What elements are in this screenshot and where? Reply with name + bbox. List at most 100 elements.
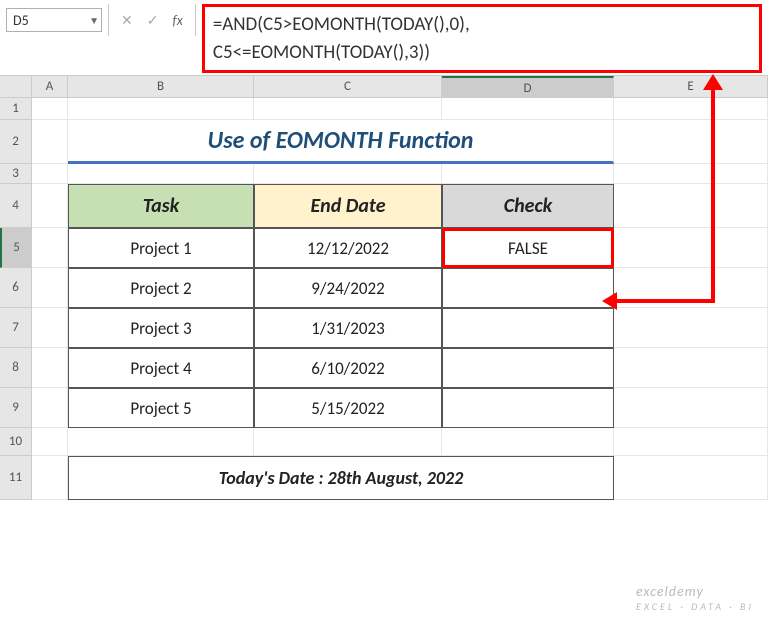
row-5: 5 Project 1 12/12/2022 FALSE [0, 228, 768, 268]
row-header-8[interactable]: 8 [0, 348, 32, 388]
row-header-2[interactable]: 2 [0, 120, 32, 164]
cell-e11[interactable] [614, 456, 768, 500]
cell-e3[interactable] [614, 164, 768, 184]
fx-icon[interactable]: fx [172, 12, 182, 29]
header-task[interactable]: Task [68, 184, 254, 228]
cell-c9[interactable]: 5/15/2022 [254, 388, 442, 428]
cell-c6[interactable]: 9/24/2022 [254, 268, 442, 308]
cell-b3[interactable] [68, 164, 254, 184]
cell-d1[interactable] [442, 98, 614, 120]
task-3: Project 4 [130, 358, 191, 379]
enter-icon[interactable]: ✓ [147, 12, 159, 29]
cell-d9[interactable] [442, 388, 614, 428]
cancel-icon[interactable]: ✕ [121, 12, 133, 29]
task-2: Project 3 [130, 318, 191, 339]
title-cell[interactable]: Use of EOMONTH Function [68, 120, 614, 164]
task-0: Project 1 [130, 238, 191, 259]
row-4: 4 Task End Date Check [0, 184, 768, 228]
col-header-b[interactable]: B [68, 76, 254, 97]
cell-a5[interactable] [32, 228, 68, 268]
header-check[interactable]: Check [442, 184, 614, 228]
cell-d10[interactable] [442, 428, 614, 456]
row-header-7[interactable]: 7 [0, 308, 32, 348]
cell-a6[interactable] [32, 268, 68, 308]
name-box[interactable]: D5 ▼ [6, 8, 102, 32]
header-enddate[interactable]: End Date [254, 184, 442, 228]
footer-cell[interactable]: Today's Date : 28th August, 2022 [68, 456, 614, 500]
cell-e5[interactable] [614, 228, 768, 268]
col-header-d[interactable]: D [442, 76, 614, 97]
cell-b10[interactable] [68, 428, 254, 456]
cell-a3[interactable] [32, 164, 68, 184]
date-3: 6/10/2022 [311, 358, 384, 379]
row-header-5[interactable]: 5 [0, 228, 32, 268]
cell-d3[interactable] [442, 164, 614, 184]
cell-e10[interactable] [614, 428, 768, 456]
formula-input[interactable]: =AND(C5>EOMONTH(TODAY(),0), C5<=EOMONTH(… [202, 4, 762, 73]
row-header-4[interactable]: 4 [0, 184, 32, 228]
row-header-9[interactable]: 9 [0, 388, 32, 428]
row-header-11[interactable]: 11 [0, 456, 32, 500]
cell-a2[interactable] [32, 120, 68, 164]
date-2: 1/31/2023 [311, 318, 384, 339]
cell-e7[interactable] [614, 308, 768, 348]
chevron-down-icon[interactable]: ▼ [89, 14, 99, 27]
task-4: Project 5 [130, 398, 191, 419]
row-7: 7 Project 3 1/31/2023 [0, 308, 768, 348]
formula-line-1: =AND(C5>EOMONTH(TODAY(),0), [213, 11, 751, 39]
cell-e4[interactable] [614, 184, 768, 228]
col-header-a[interactable]: A [32, 76, 68, 97]
cell-d5-selected[interactable]: FALSE [442, 228, 614, 268]
sheet-title: Use of EOMONTH Function [208, 126, 474, 155]
cell-a7[interactable] [32, 308, 68, 348]
header-enddate-text: End Date [310, 194, 385, 218]
name-box-value: D5 [13, 12, 29, 29]
cell-d7[interactable] [442, 308, 614, 348]
cell-c5[interactable]: 12/12/2022 [254, 228, 442, 268]
row-header-6[interactable]: 6 [0, 268, 32, 308]
cell-d8[interactable] [442, 348, 614, 388]
cell-a11[interactable] [32, 456, 68, 500]
cell-c1[interactable] [254, 98, 442, 120]
date-0: 12/12/2022 [307, 238, 389, 259]
cell-c8[interactable]: 6/10/2022 [254, 348, 442, 388]
cell-a8[interactable] [32, 348, 68, 388]
cell-a4[interactable] [32, 184, 68, 228]
row-header-3[interactable]: 3 [0, 164, 32, 184]
cell-d6[interactable] [442, 268, 614, 308]
cell-b8[interactable]: Project 4 [68, 348, 254, 388]
row-10: 10 [0, 428, 768, 456]
row-1: 1 [0, 98, 768, 120]
row-header-10[interactable]: 10 [0, 428, 32, 456]
col-header-c[interactable]: C [254, 76, 442, 97]
row-8: 8 Project 4 6/10/2022 [0, 348, 768, 388]
cell-e9[interactable] [614, 388, 768, 428]
watermark-brand: exceldemy [636, 583, 704, 600]
cell-b5[interactable]: Project 1 [68, 228, 254, 268]
arrow-head-up-icon [703, 74, 723, 90]
header-task-text: Task [143, 194, 179, 218]
cell-c10[interactable] [254, 428, 442, 456]
cell-a10[interactable] [32, 428, 68, 456]
cell-b7[interactable]: Project 3 [68, 308, 254, 348]
cell-a9[interactable] [32, 388, 68, 428]
formula-input-area: =AND(C5>EOMONTH(TODAY(),0), C5<=EOMONTH(… [196, 0, 768, 75]
cell-c3[interactable] [254, 164, 442, 184]
cell-a1[interactable] [32, 98, 68, 120]
row-2: 2 Use of EOMONTH Function [0, 120, 768, 164]
cell-c7[interactable]: 1/31/2023 [254, 308, 442, 348]
cell-b6[interactable]: Project 2 [68, 268, 254, 308]
cell-e1[interactable] [614, 98, 768, 120]
formula-bar: D5 ▼ ✕ ✓ fx =AND(C5>EOMONTH(TODAY(),0), … [0, 0, 768, 76]
annotation-arrow-horizontal [614, 299, 714, 303]
cell-b1[interactable] [68, 98, 254, 120]
formula-buttons: ✕ ✓ fx [109, 4, 196, 36]
col-header-e[interactable]: E [614, 76, 768, 97]
row-header-1[interactable]: 1 [0, 98, 32, 120]
row-11: 11 Today's Date : 28th August, 2022 [0, 456, 768, 500]
cell-e2[interactable] [614, 120, 768, 164]
check-0: FALSE [508, 238, 548, 259]
select-all-corner[interactable] [0, 76, 32, 97]
cell-e8[interactable] [614, 348, 768, 388]
cell-b9[interactable]: Project 5 [68, 388, 254, 428]
